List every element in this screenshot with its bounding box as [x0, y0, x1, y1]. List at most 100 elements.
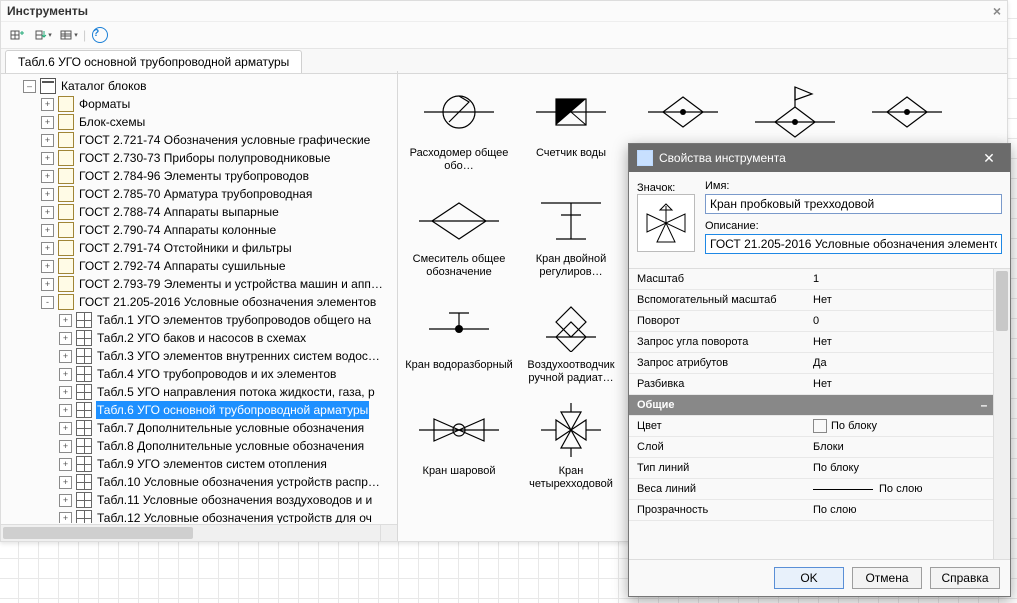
dialog-close-button[interactable]: ✕: [972, 146, 1006, 170]
property-row[interactable]: Запрос атрибутовДа: [629, 353, 994, 374]
tree-item[interactable]: +Табл.2 УГО баков и насосов в схемах: [9, 329, 397, 347]
expand-toggle[interactable]: +: [41, 260, 54, 273]
property-section[interactable]: Общие–: [629, 395, 994, 416]
tree-item[interactable]: +ГОСТ 2.785-70 Арматура трубопроводная: [9, 185, 397, 203]
gallery-item[interactable]: Кран водоразборный: [404, 289, 514, 385]
dialog-titlebar[interactable]: Свойства инструмента ✕: [629, 144, 1010, 172]
tree-item-label: Форматы: [78, 95, 131, 113]
toolbar-view-button[interactable]: ▾: [57, 25, 81, 45]
tree-h-scrollbar[interactable]: [1, 524, 381, 541]
expand-toggle[interactable]: +: [41, 188, 54, 201]
checkbox-icon[interactable]: [813, 419, 827, 433]
prop-value[interactable]: По блоку: [807, 419, 994, 433]
cancel-button[interactable]: Отмена: [852, 567, 922, 589]
gallery-item[interactable]: Смеситель общее обозначение: [404, 183, 514, 279]
expand-toggle[interactable]: +: [59, 512, 72, 524]
collapse-icon[interactable]: –: [974, 398, 994, 412]
gallery-item[interactable]: Кран четырехходовой: [516, 395, 626, 491]
tree-item[interactable]: +ГОСТ 2.791-74 Отстойники и фильтры: [9, 239, 397, 257]
tree-item[interactable]: +ГОСТ 2.793-79 Элементы и устройства маш…: [9, 275, 397, 293]
ok-button[interactable]: OK: [774, 567, 844, 589]
expand-toggle[interactable]: +: [59, 332, 72, 345]
expand-toggle[interactable]: +: [59, 494, 72, 507]
expand-toggle[interactable]: +: [41, 116, 54, 129]
gallery-item[interactable]: Воздухоотводчик ручной радиат…: [516, 289, 626, 385]
property-row[interactable]: РазбивкаНет: [629, 374, 994, 395]
expand-toggle[interactable]: +: [41, 134, 54, 147]
toolbar-refresh-button[interactable]: [5, 25, 29, 45]
property-row[interactable]: Поворот0: [629, 311, 994, 332]
gallery-item[interactable]: Счетчик воды: [516, 77, 626, 173]
expand-toggle[interactable]: +: [59, 404, 72, 417]
prop-value[interactable]: Блоки: [807, 441, 994, 453]
tree-item[interactable]: + Форматы: [9, 95, 397, 113]
tree-item[interactable]: +ГОСТ 2.788-74 Аппараты выпарные: [9, 203, 397, 221]
property-row[interactable]: Вспомогательный масштабНет: [629, 290, 994, 311]
props-v-scrollbar[interactable]: [993, 269, 1010, 559]
expand-toggle[interactable]: +: [41, 224, 54, 237]
tree-item[interactable]: +Табл.7 Дополнительные условные обозначе…: [9, 419, 397, 437]
desc-input[interactable]: [705, 234, 1002, 254]
prop-value[interactable]: Нет: [807, 336, 994, 348]
expand-toggle[interactable]: +: [59, 440, 72, 453]
property-row[interactable]: ЦветПо блоку: [629, 416, 994, 437]
expand-toggle[interactable]: +: [59, 458, 72, 471]
expand-toggle[interactable]: -: [41, 296, 54, 309]
tree-item[interactable]: +Табл.10 Условные обозначения устройств …: [9, 473, 397, 491]
expand-toggle[interactable]: +: [59, 368, 72, 381]
tree-item[interactable]: +ГОСТ 2.792-74 Аппараты сушильные: [9, 257, 397, 275]
tree-item[interactable]: +ГОСТ 2.730-73 Приборы полупроводниковые: [9, 149, 397, 167]
property-row[interactable]: Масштаб1: [629, 269, 994, 290]
prop-value[interactable]: По слою: [807, 483, 994, 495]
tab-active[interactable]: Табл.6 УГО основной трубопроводной армат…: [5, 50, 302, 73]
catalog-tree[interactable]: –Каталог блоков+Форматы+Блок-схемы+ГОСТ …: [9, 77, 397, 523]
help-button[interactable]: Справка: [930, 567, 1000, 589]
tree-item[interactable]: +ГОСТ 2.790-74 Аппараты колонные: [9, 221, 397, 239]
expand-toggle[interactable]: +: [41, 98, 54, 111]
tree-item[interactable]: +Блок-схемы: [9, 113, 397, 131]
toolbar-sort-button[interactable]: ▾: [31, 25, 55, 45]
expand-toggle[interactable]: +: [59, 422, 72, 435]
prop-value[interactable]: По слою: [807, 504, 994, 516]
property-row[interactable]: Запрос угла поворотаНет: [629, 332, 994, 353]
expand-toggle[interactable]: +: [41, 278, 54, 291]
tree-item[interactable]: +ГОСТ 2.784-96 Элементы трубопроводов: [9, 167, 397, 185]
prop-value[interactable]: Нет: [807, 294, 994, 306]
gallery-item[interactable]: Кран двойной регулиров…: [516, 183, 626, 279]
gallery-item[interactable]: Расходомер общее обо…: [404, 77, 514, 173]
expand-toggle[interactable]: +: [59, 350, 72, 363]
property-row[interactable]: ПрозрачностьПо слою: [629, 500, 994, 521]
expand-toggle[interactable]: +: [59, 314, 72, 327]
property-row[interactable]: Веса линийПо слою: [629, 479, 994, 500]
tree-root-label[interactable]: Каталог блоков: [60, 77, 148, 95]
panel-close-icon[interactable]: ×: [993, 1, 1001, 21]
toolbar-help-button[interactable]: ?: [88, 25, 112, 45]
prop-value[interactable]: Да: [807, 357, 994, 369]
expand-toggle[interactable]: –: [23, 80, 36, 93]
prop-value[interactable]: 0: [807, 315, 994, 327]
tree-item[interactable]: +Табл.3 УГО элементов внутренних систем …: [9, 347, 397, 365]
tree-item[interactable]: +Табл.9 УГО элементов систем отопления: [9, 455, 397, 473]
prop-value[interactable]: Нет: [807, 378, 994, 390]
tree-item[interactable]: +Табл.4 УГО трубопроводов и их элементов: [9, 365, 397, 383]
prop-value[interactable]: 1: [807, 273, 994, 285]
tree-item[interactable]: +Табл.11 Условные обозначения воздуховод…: [9, 491, 397, 509]
tree-item[interactable]: +Табл.8 Дополнительные условные обозначе…: [9, 437, 397, 455]
tree-item[interactable]: +Табл.6 УГО основной трубопроводной арма…: [9, 401, 397, 419]
tree-item[interactable]: -ГОСТ 21.205-2016 Условные обозначения э…: [9, 293, 397, 311]
expand-toggle[interactable]: +: [59, 476, 72, 489]
tree-item[interactable]: +Табл.1 УГО элементов трубопроводов обще…: [9, 311, 397, 329]
prop-value[interactable]: По блоку: [807, 462, 994, 474]
property-row[interactable]: Тип линийПо блоку: [629, 458, 994, 479]
property-row[interactable]: СлойБлоки: [629, 437, 994, 458]
tree-item[interactable]: +Табл.12 Условные обозначения устройств …: [9, 509, 397, 523]
tree-item[interactable]: +Табл.5 УГО направления потока жидкости,…: [9, 383, 397, 401]
name-input[interactable]: [705, 194, 1002, 214]
expand-toggle[interactable]: +: [41, 242, 54, 255]
tree-item[interactable]: +ГОСТ 2.721-74 Обозначения условные граф…: [9, 131, 397, 149]
expand-toggle[interactable]: +: [41, 170, 54, 183]
expand-toggle[interactable]: +: [41, 206, 54, 219]
expand-toggle[interactable]: +: [59, 386, 72, 399]
expand-toggle[interactable]: +: [41, 152, 54, 165]
gallery-item[interactable]: Кран шаровой: [404, 395, 514, 491]
